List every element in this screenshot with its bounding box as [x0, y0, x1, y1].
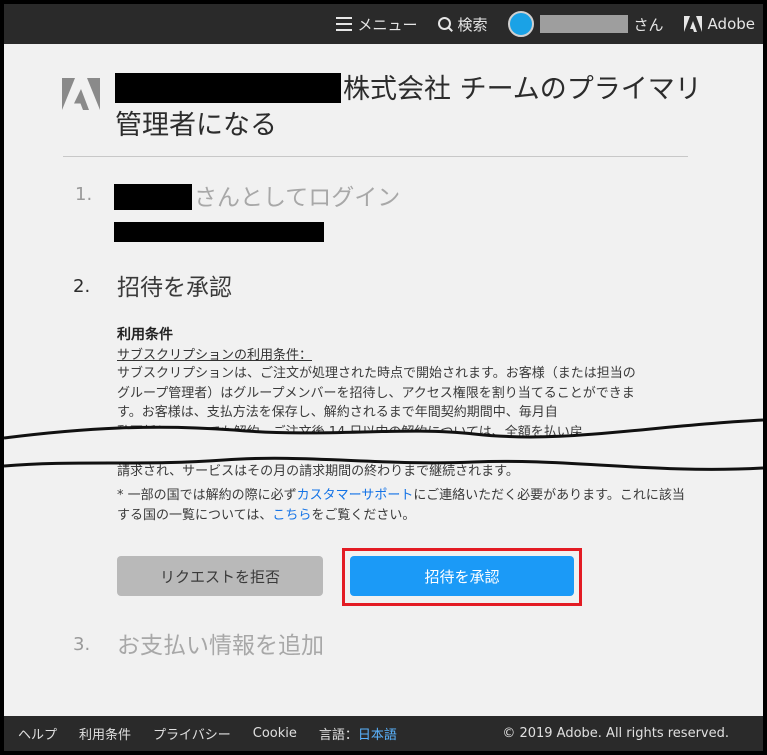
scrollbar[interactable]: [755, 44, 763, 716]
user-suffix: さん: [633, 15, 664, 34]
language-value: 日本語: [357, 728, 397, 743]
main-content: 株式会社 チームのプライマリ管理者になる 1. さんとしてログイン 2. 招待を…: [4, 44, 763, 716]
search-button[interactable]: 検索: [437, 14, 488, 35]
accept-invitation-button[interactable]: 招待を承認: [350, 556, 574, 596]
footer-bar: ヘルプ 利用条件 プライバシー Cookie 言語：日本語 © 2019 Ado…: [4, 716, 763, 751]
footer-help-link[interactable]: ヘルプ: [18, 724, 57, 743]
footer-terms-link[interactable]: 利用条件: [79, 724, 131, 743]
footnote-text-3: をご覧ください。: [311, 508, 416, 523]
terms-body: サブスクリプションは、ご注文が処理された時点で開始されます。お客様（または担当の…: [117, 366, 641, 479]
step-2-title: 招待を承認: [117, 275, 232, 301]
adobe-brand-link[interactable]: Adobe: [683, 15, 755, 33]
step-2-number: 2.: [73, 276, 91, 297]
header-divider: [63, 156, 688, 157]
top-nav-bar: メニュー 検索 さん Adobe: [4, 4, 763, 44]
footnote-text-1: * 一部の国では解約の際に必ず: [117, 488, 297, 503]
footer-cookie-link[interactable]: Cookie: [253, 726, 297, 741]
search-icon: [437, 17, 452, 31]
terms-footnote: * 一部の国では解約の際に必ずカスタマーサポートにご連絡いただく必要があります。…: [117, 486, 697, 526]
language-label: 言語：: [318, 728, 358, 743]
decline-request-button[interactable]: リクエストを拒否: [117, 556, 323, 596]
footer-language-selector[interactable]: 言語：日本語: [319, 724, 397, 743]
login-email-redacted: [114, 222, 324, 242]
account-button[interactable]: さん: [507, 11, 664, 37]
menu-label: メニュー: [357, 15, 418, 34]
adobe-logo-icon: [62, 78, 100, 110]
customer-support-link[interactable]: カスタマーサポート: [297, 488, 414, 503]
search-label: 検索: [457, 15, 488, 34]
brand-label: Adobe: [707, 15, 755, 33]
step-1-title: さんとしてログイン: [114, 178, 400, 212]
step-1-title-text: さんとしてログイン: [194, 185, 401, 211]
page-title: 株式会社 チームのプライマリ管理者になる: [115, 72, 705, 144]
avatar: [507, 11, 534, 37]
footer-privacy-link[interactable]: プライバシー: [153, 724, 231, 743]
step-3-number: 3.: [73, 634, 91, 655]
step-1-number: 1.: [75, 184, 93, 205]
hamburger-icon: [335, 17, 352, 31]
country-list-link[interactable]: こちら: [272, 508, 311, 523]
terms-subheading: サブスクリプションの利用条件：: [117, 348, 313, 363]
browser-window: メニュー 検索 さん Adobe 株式会社 チームのプライマリ管理者になる 1.…: [4, 4, 763, 751]
screenshot-frame: メニュー 検索 さん Adobe 株式会社 チームのプライマリ管理者になる 1.…: [0, 0, 767, 755]
copyright-text: © 2019 Adobe. All rights reserved.: [502, 726, 729, 741]
terms-heading: 利用条件: [117, 327, 173, 343]
company-name-redacted: [115, 73, 341, 103]
menu-button[interactable]: メニュー: [335, 14, 418, 35]
step-3-title: お支払い情報を追加: [117, 633, 324, 659]
user-name-redacted: [539, 15, 628, 33]
adobe-logo-icon: [683, 16, 702, 32]
user-name-redacted: [114, 184, 192, 210]
